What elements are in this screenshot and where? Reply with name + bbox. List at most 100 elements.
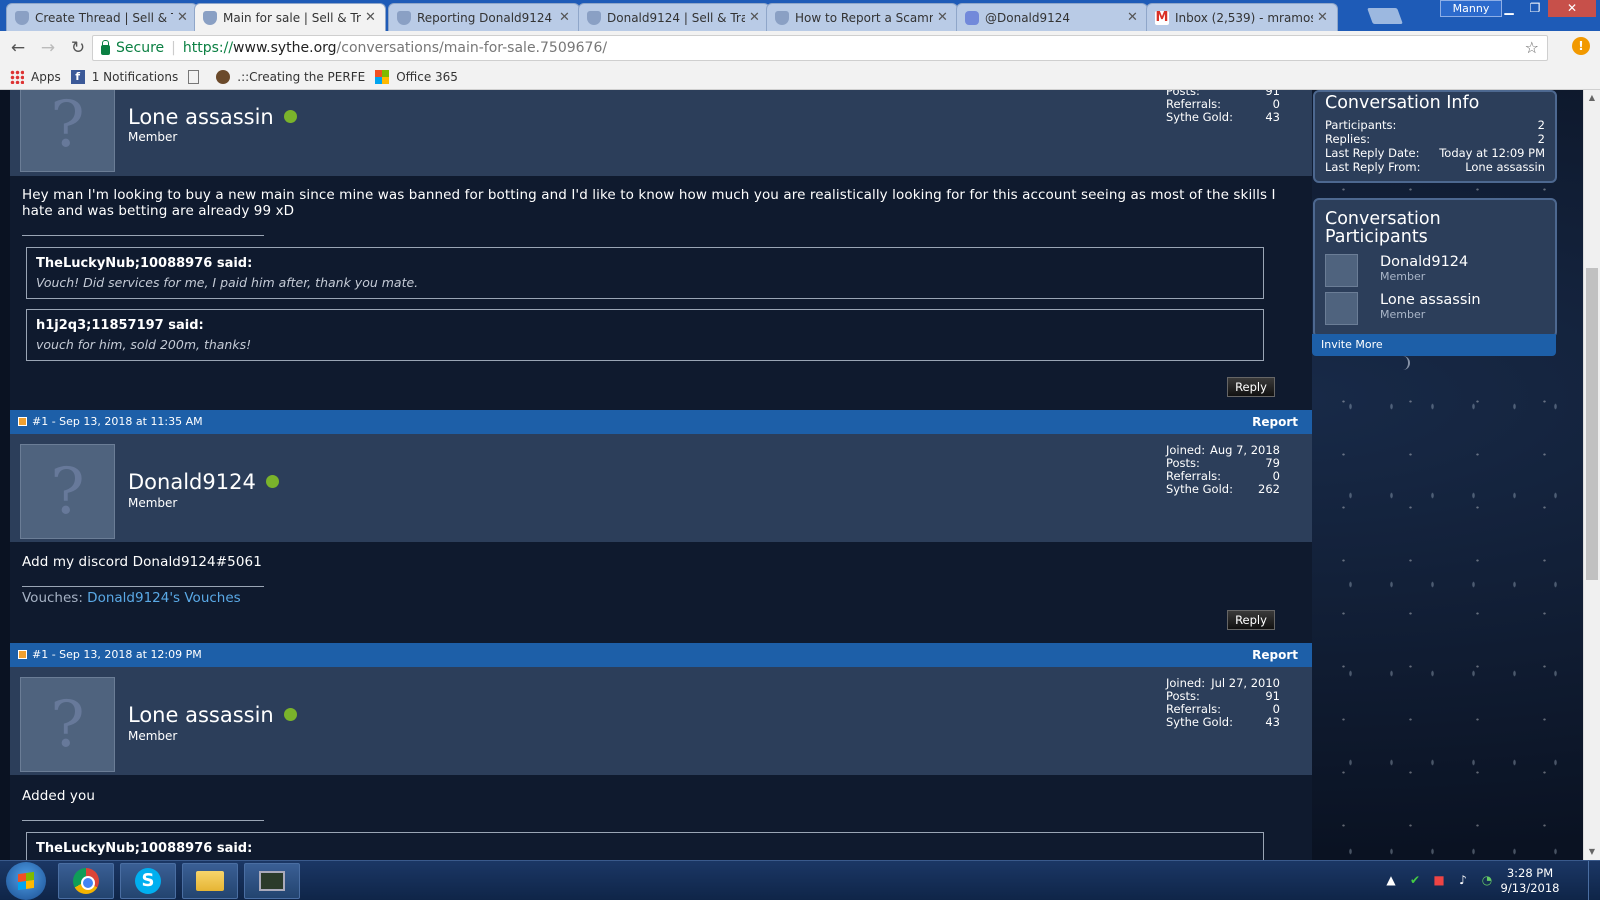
post-header-bar: #1 - Sep 13, 2018 at 12:09 PM Report xyxy=(10,643,1312,667)
info-label: Participants: xyxy=(1325,118,1397,132)
info-value: 2 xyxy=(1537,132,1545,146)
show-hidden-icons-icon[interactable]: ▲ xyxy=(1384,873,1398,887)
taskbar-clock[interactable]: 3:28 PM 9/13/2018 xyxy=(1500,866,1560,896)
bookmark-notifications[interactable]: f 1 Notifications xyxy=(70,70,178,84)
new-tab-button[interactable] xyxy=(1367,8,1403,24)
taskbar-terminal[interactable] xyxy=(244,863,300,899)
scroll-down-icon[interactable]: ▼ xyxy=(1584,844,1600,860)
forward-arrow-icon[interactable]: → xyxy=(36,36,60,60)
stat-label: Sythe Gold: xyxy=(1166,715,1233,729)
avatar[interactable] xyxy=(1325,254,1358,287)
bookmark-apps[interactable]: Apps xyxy=(10,70,61,84)
avatar[interactable]: ? xyxy=(20,677,115,772)
scrollbar-thumb[interactable] xyxy=(1586,268,1598,580)
facebook-icon: f xyxy=(70,70,85,84)
back-arrow-icon[interactable]: ← xyxy=(6,36,30,60)
tab-title: Create Thread | Sell & Tra xyxy=(35,10,173,25)
close-icon[interactable]: ✕ xyxy=(177,10,189,25)
avatar[interactable]: ? xyxy=(20,90,115,172)
bookmark-creating-perfect[interactable]: .::Creating the PERFE xyxy=(216,70,365,84)
minimize-button[interactable]: ▁ xyxy=(1496,0,1522,17)
quote-block: TheLuckyNub;10088976 said: Vouch! Did se… xyxy=(26,247,1264,299)
report-link[interactable]: Report xyxy=(1252,643,1298,667)
quote-author: TheLuckyNub;10088976 said: xyxy=(36,841,253,856)
post-userbox: ? Lone assassin Member Posts: 91 Referral… xyxy=(10,90,1312,176)
avatar[interactable]: ? xyxy=(20,444,115,539)
participant-item[interactable]: Lone assassin Member xyxy=(1325,292,1545,325)
tab-reporting-donald[interactable]: Reporting Donald9124 fo ✕ xyxy=(388,3,580,31)
shield-icon xyxy=(587,10,601,25)
power-icon[interactable]: ■ xyxy=(1432,873,1446,887)
tab-donald-profile[interactable]: Donald9124 | Sell & Trad ✕ xyxy=(578,3,770,31)
reply-button[interactable]: Reply xyxy=(1227,610,1275,630)
reload-icon[interactable]: ↻ xyxy=(66,36,90,60)
tab-title: Main for sale | Sell & Trac xyxy=(223,10,361,25)
tab-create-thread[interactable]: Create Thread | Sell & Tra ✕ xyxy=(6,3,198,31)
profile-button[interactable]: Manny xyxy=(1440,0,1502,17)
tab-discord[interactable]: @Donald9124 ✕ xyxy=(956,3,1148,31)
report-link[interactable]: Report xyxy=(1252,410,1298,434)
participant-item[interactable]: Donald9124 Member xyxy=(1325,254,1545,287)
post-username[interactable]: Lone assassin xyxy=(128,703,297,727)
close-icon[interactable]: ✕ xyxy=(559,10,571,25)
taskbar-chrome[interactable] xyxy=(58,863,114,899)
url-scheme: https:// xyxy=(182,40,234,56)
info-value: Today at 12:09 PM xyxy=(1439,146,1545,160)
bookmark-office-365[interactable]: Office 365 xyxy=(375,70,458,84)
participant-name[interactable]: Lone assassin xyxy=(1380,292,1481,308)
reply-button[interactable]: Reply xyxy=(1227,377,1275,397)
avatar[interactable] xyxy=(1325,292,1358,325)
taskbar-file-explorer[interactable] xyxy=(182,863,238,899)
vouches-link[interactable]: Donald9124's Vouches xyxy=(87,590,241,606)
tab-title: Donald9124 | Sell & Trad xyxy=(607,10,745,25)
participants-title: Conversation Participants xyxy=(1325,209,1441,247)
close-icon[interactable]: ✕ xyxy=(937,10,949,25)
online-status-icon xyxy=(283,707,297,721)
taskbar-skype[interactable]: S xyxy=(120,863,176,899)
url-path: /conversations/main-for-sale.7509676/ xyxy=(336,40,608,56)
post-user-stats: Joined: Jul 27, 2010 Posts: 91 Referrals: 0… xyxy=(1166,677,1280,729)
participant-role: Member xyxy=(1380,270,1426,283)
volume-icon[interactable]: ♪ xyxy=(1456,873,1470,887)
participant-name[interactable]: Donald9124 xyxy=(1380,254,1468,270)
skype-icon: S xyxy=(135,868,161,894)
post-timestamp: #1 - Sep 13, 2018 at 11:35 AM xyxy=(32,415,203,428)
office-icon xyxy=(375,70,390,84)
post-message: Hey man I'm looking to buy a new main si… xyxy=(22,187,1276,219)
terminal-icon xyxy=(259,871,285,891)
close-icon[interactable]: ✕ xyxy=(1127,10,1139,25)
close-icon[interactable]: ✕ xyxy=(1317,10,1329,25)
sync-icon[interactable]: ✔ xyxy=(1408,873,1422,887)
page-scrollbar[interactable]: ▲ ▼ xyxy=(1583,90,1600,860)
info-value: 2 xyxy=(1537,118,1545,132)
tab-how-to-report[interactable]: How to Report a Scamme ✕ xyxy=(766,3,958,31)
invite-more-button[interactable]: Invite More xyxy=(1312,334,1556,356)
scroll-up-icon[interactable]: ▲ xyxy=(1584,90,1600,106)
post-userbox: ? Lone assassin Member Joined: Jul 27, 20… xyxy=(10,667,1312,775)
info-value: Lone assassin xyxy=(1465,160,1545,174)
start-button[interactable] xyxy=(6,862,46,900)
tab-gmail-inbox[interactable]: M Inbox (2,539) - mramospr ✕ xyxy=(1146,3,1338,31)
online-status-icon xyxy=(283,109,297,123)
window-close-button[interactable]: ✕ xyxy=(1548,0,1596,17)
close-icon[interactable]: ✕ xyxy=(749,10,761,25)
apps-grid-icon xyxy=(10,70,24,84)
tab-main-for-sale[interactable]: Main for sale | Sell & Trac ✕ xyxy=(194,3,386,31)
post-icon xyxy=(18,649,27,659)
address-bar[interactable]: Secure | https://www.sythe.org/conversat… xyxy=(92,35,1548,61)
post-message: Add my discord Donald9124#5061 xyxy=(22,554,262,570)
conversation-participants-box: Conversation Participants Donald9124 Mem… xyxy=(1313,198,1557,338)
close-icon[interactable]: ✕ xyxy=(365,10,377,25)
chrome-icon xyxy=(73,868,99,894)
network-icon[interactable]: ◔ xyxy=(1480,873,1494,887)
quote-author: h1j2q3;11857197 said: xyxy=(36,318,204,333)
bookmark-star-icon[interactable]: ☆ xyxy=(1525,38,1539,57)
maximize-button[interactable]: ❐ xyxy=(1522,0,1548,17)
bookmark-document[interactable] xyxy=(188,70,206,84)
conversation-info-table: Participants: 2 Replies: 2 Last Reply Date… xyxy=(1325,118,1545,174)
file-explorer-icon xyxy=(196,871,224,891)
post-username[interactable]: Lone assassin xyxy=(128,105,297,129)
show-desktop-button[interactable] xyxy=(1588,861,1600,900)
chrome-update-alert-icon[interactable]: ! xyxy=(1572,37,1590,55)
post-username[interactable]: Donald9124 xyxy=(128,470,279,494)
